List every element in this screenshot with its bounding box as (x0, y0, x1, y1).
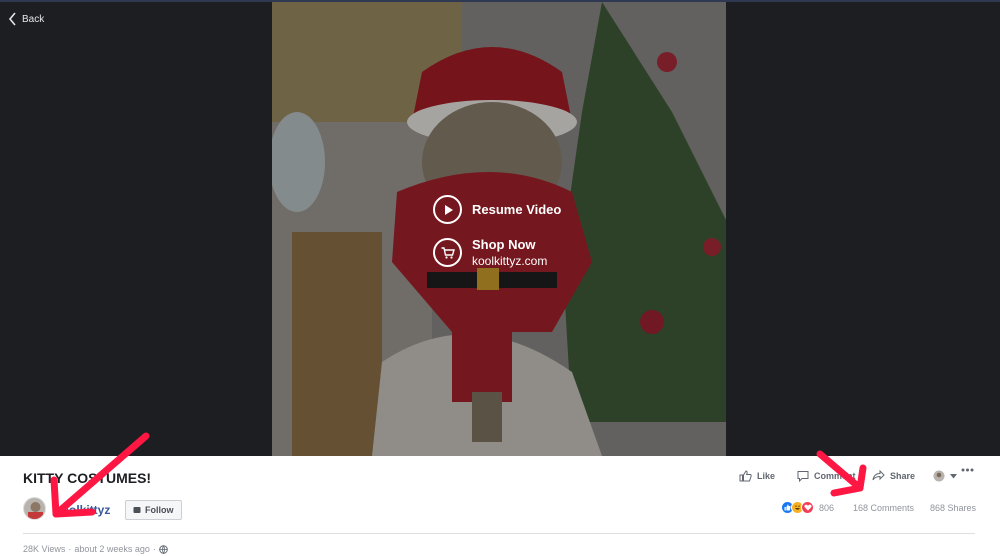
like-label: Like (757, 471, 776, 481)
more-options-button[interactable] (961, 468, 974, 472)
follow-button[interactable]: Follow (125, 500, 182, 520)
follow-label: Follow (145, 505, 174, 515)
shop-url: koolkittyz.com (472, 254, 548, 268)
post-title: KITTY COSTUMES! (23, 470, 152, 486)
meta-separator: · (68, 544, 72, 554)
meta-separator: · (152, 544, 156, 554)
comments-count-link[interactable]: 168 Comments (853, 503, 914, 513)
post-time-link[interactable]: about 2 weeks ago (74, 544, 150, 554)
back-button[interactable]: Back (8, 12, 44, 26)
play-icon (433, 195, 462, 224)
divider (23, 533, 975, 534)
shop-now-label: Shop Now (472, 237, 536, 252)
like-button[interactable]: Like (739, 470, 775, 482)
page-name-link[interactable]: koolkittyz (55, 503, 110, 517)
cart-icon (433, 238, 462, 267)
shop-now-button[interactable]: Shop Now koolkittyz.com (433, 237, 547, 268)
comment-button[interactable]: Comment (797, 470, 856, 482)
post-meta: 28K Views · about 2 weeks ago · (23, 544, 168, 554)
like-icon (739, 470, 752, 482)
post-info: KITTY COSTUMES! koolkittyz Follow Like C… (0, 456, 1000, 556)
post-as-selector[interactable] (933, 470, 957, 482)
reactions-summary[interactable]: 806 (781, 501, 834, 514)
views-count: 28K Views (23, 544, 66, 554)
back-chevron-icon (8, 12, 16, 26)
reactions-count: 806 (819, 502, 835, 513)
chevron-down-icon (950, 473, 957, 478)
comment-icon (797, 471, 809, 482)
follow-icon (133, 507, 141, 513)
comment-label: Comment (814, 471, 856, 481)
back-label: Back (22, 13, 45, 25)
video-frame (272, 2, 726, 456)
share-button[interactable]: Share (872, 470, 915, 481)
resume-video-label: Resume Video (472, 202, 562, 217)
globe-icon (159, 544, 168, 554)
share-icon (872, 470, 885, 481)
avatar[interactable] (23, 497, 46, 520)
more-icon (961, 468, 974, 472)
video-stage: Back Resume Video Shop Now koolkittyz.co… (0, 0, 1000, 456)
avatar-small-icon (933, 470, 945, 482)
share-label: Share (890, 470, 916, 481)
resume-video-button[interactable]: Resume Video (433, 195, 561, 224)
video-player[interactable]: Resume Video Shop Now koolkittyz.com (272, 2, 726, 456)
love-reaction-icon (801, 501, 814, 514)
shares-count-link[interactable]: 868 Shares (930, 503, 976, 513)
